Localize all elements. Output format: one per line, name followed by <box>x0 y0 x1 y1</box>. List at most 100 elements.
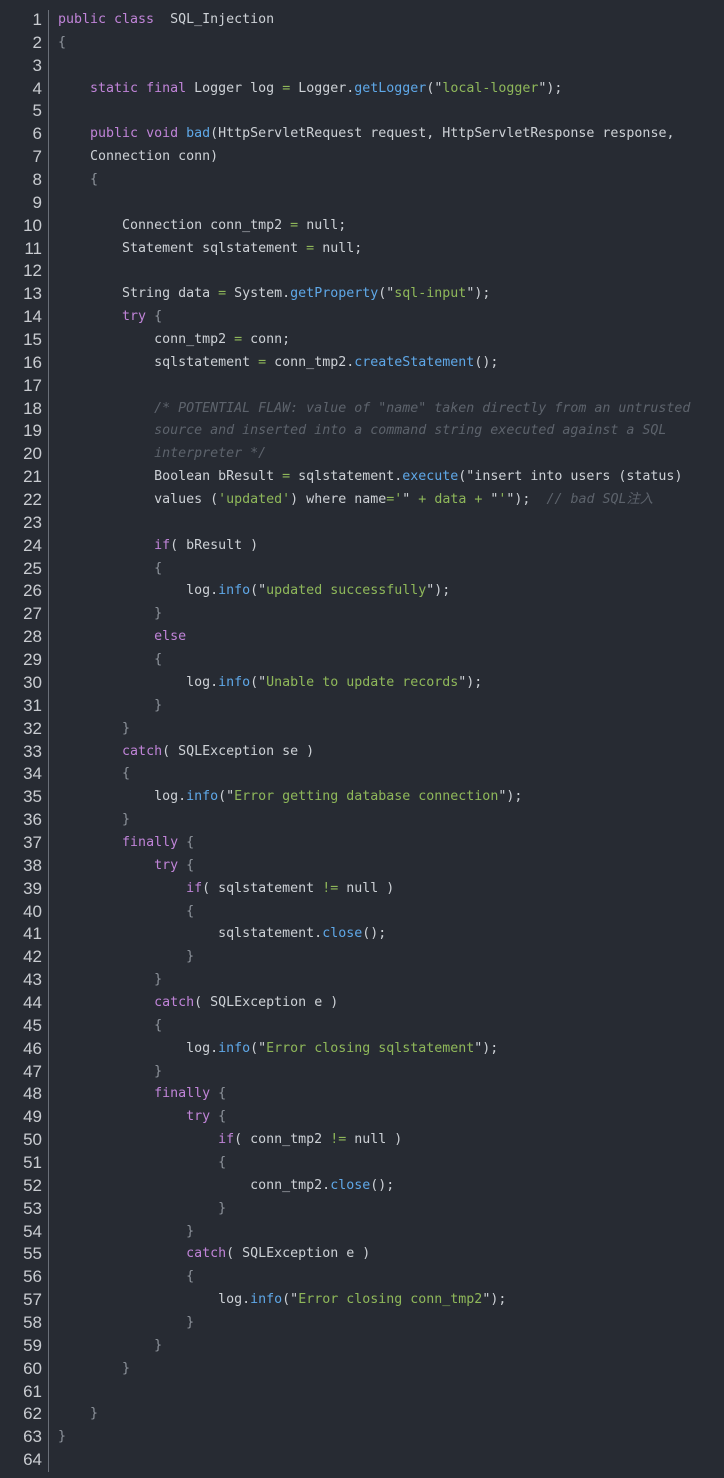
code-line[interactable] <box>58 260 724 283</box>
code-line[interactable]: public class SQL_Injection <box>58 9 724 32</box>
keyword-token: if <box>154 537 171 553</box>
code-line[interactable]: { <box>58 901 724 924</box>
code-token: log. <box>58 1040 219 1056</box>
code-line[interactable]: public void bad(HttpServletRequest reque… <box>58 123 724 146</box>
code-line[interactable]: values ('updated') where name='" + data … <box>58 489 724 512</box>
code-line[interactable] <box>58 55 724 78</box>
code-line[interactable]: Boolean bResult = sqlstatement.execute("… <box>58 466 724 489</box>
operator-token: = <box>218 286 227 302</box>
code-token: null ) <box>346 1132 403 1148</box>
code-line[interactable] <box>58 100 724 123</box>
line-number: 18 <box>23 398 42 418</box>
code-line[interactable]: { <box>58 32 724 55</box>
code-line[interactable]: try { <box>58 855 724 878</box>
code-line[interactable]: } <box>58 946 724 969</box>
line-number: 19 <box>23 421 42 441</box>
code-line[interactable]: if( sqlstatement != null ) <box>58 878 724 901</box>
code-line[interactable]: /* POTENTIAL FLAW: value of "name" taken… <box>58 398 724 421</box>
code-line[interactable]: } <box>58 695 724 718</box>
code-line[interactable]: static final Logger log = Logger.getLogg… <box>58 78 724 101</box>
code-line[interactable]: { <box>58 763 724 786</box>
line-number: 6 <box>32 124 42 144</box>
line-number: 25 <box>23 558 42 578</box>
line-number: 9 <box>32 192 42 212</box>
code-token: conn; <box>242 332 291 348</box>
code-line[interactable]: } <box>58 1426 724 1449</box>
code-line[interactable]: } <box>58 1358 724 1381</box>
line-number: 44 <box>23 992 42 1012</box>
code-line[interactable]: interpreter */ <box>58 443 724 466</box>
code-line[interactable]: catch( SQLException e ) <box>58 992 724 1015</box>
code-line[interactable]: } <box>58 969 724 992</box>
code-line[interactable]: } <box>58 809 724 832</box>
code-line[interactable]: sqlstatement = conn_tmp2.createStatement… <box>58 352 724 375</box>
line-number: 46 <box>23 1038 42 1058</box>
code-line[interactable]: Connection conn) <box>58 146 724 169</box>
line-number: 20 <box>23 444 42 464</box>
code-token: (" <box>282 1292 299 1308</box>
code-line[interactable]: try { <box>58 1106 724 1129</box>
code-line[interactable]: log.info("Error closing conn_tmp2"); <box>58 1289 724 1312</box>
code-line[interactable] <box>58 1381 724 1404</box>
operator-token: = <box>290 217 299 233</box>
keyword-token: catch <box>122 743 163 759</box>
code-line[interactable] <box>58 192 724 215</box>
code-line[interactable]: catch( SQLException e ) <box>58 1243 724 1266</box>
code-line[interactable]: { <box>58 1152 724 1175</box>
code-line[interactable]: conn_tmp2.close(); <box>58 1175 724 1198</box>
code-line[interactable]: } <box>58 1221 724 1244</box>
code-line[interactable]: } <box>58 1312 724 1335</box>
code-line[interactable]: { <box>58 558 724 581</box>
code-line[interactable] <box>58 512 724 535</box>
code-line[interactable] <box>58 375 724 398</box>
line-number: 5 <box>32 101 42 121</box>
line-number: 30 <box>23 672 42 692</box>
code-line[interactable]: } <box>58 1403 724 1426</box>
code-line[interactable]: else <box>58 626 724 649</box>
code-line[interactable]: String data = System.getProperty("sql-in… <box>58 283 724 306</box>
code-line[interactable]: try { <box>58 306 724 329</box>
code-line[interactable]: sqlstatement.close(); <box>58 923 724 946</box>
code-line[interactable]: Statement sqlstatement = null; <box>58 238 724 261</box>
code-area[interactable]: public class SQL_Injection { static final… <box>58 9 724 1472</box>
code-line[interactable] <box>58 1449 724 1472</box>
code-line[interactable]: } <box>58 718 724 741</box>
punctuation-token: { <box>58 34 67 50</box>
code-line[interactable]: log.info("Error getting database connect… <box>58 786 724 809</box>
code-line[interactable]: conn_tmp2 = conn; <box>58 329 724 352</box>
code-line[interactable]: log.info("Error closing sqlstatement"); <box>58 1038 724 1061</box>
code-line[interactable]: } <box>58 1335 724 1358</box>
code-line[interactable]: if( bResult ) <box>58 535 724 558</box>
punctuation-token: } <box>218 1200 227 1216</box>
keyword-token: if <box>218 1132 235 1148</box>
code-line[interactable]: source and inserted into a command strin… <box>58 420 724 443</box>
code-line[interactable]: log.info("updated successfully"); <box>58 580 724 603</box>
code-line[interactable]: } <box>58 1198 724 1221</box>
code-token: ( SQLException se ) <box>162 743 315 759</box>
code-line[interactable]: { <box>58 169 724 192</box>
code-line[interactable]: if( conn_tmp2 != null ) <box>58 1129 724 1152</box>
code-line[interactable]: { <box>58 1266 724 1289</box>
code-line[interactable]: } <box>58 603 724 626</box>
string-token: sql-input <box>394 286 467 302</box>
line-number: 38 <box>23 855 42 875</box>
code-token: Statement sqlstatement <box>58 240 307 256</box>
code-editor[interactable]: 1 2 3 4 5 6 7 8 9 10 11 12 13 14 15 16 17 18 19 20 21 22 23 24 2… <box>0 0 724 1478</box>
code-token: (" <box>218 789 235 805</box>
code-line[interactable]: catch( SQLException se ) <box>58 741 724 764</box>
code-token: (" <box>250 1040 267 1056</box>
code-line[interactable]: log.info("Unable to update records"); <box>58 672 724 695</box>
code-line[interactable]: { <box>58 1015 724 1038</box>
code-line[interactable]: finally { <box>58 1083 724 1106</box>
code-line[interactable]: Connection conn_tmp2 = null; <box>58 215 724 238</box>
code-token: values ( <box>58 492 219 508</box>
code-line[interactable]: finally { <box>58 832 724 855</box>
code-line[interactable]: } <box>58 1061 724 1084</box>
code-line[interactable]: { <box>58 649 724 672</box>
line-number: 33 <box>23 741 42 761</box>
